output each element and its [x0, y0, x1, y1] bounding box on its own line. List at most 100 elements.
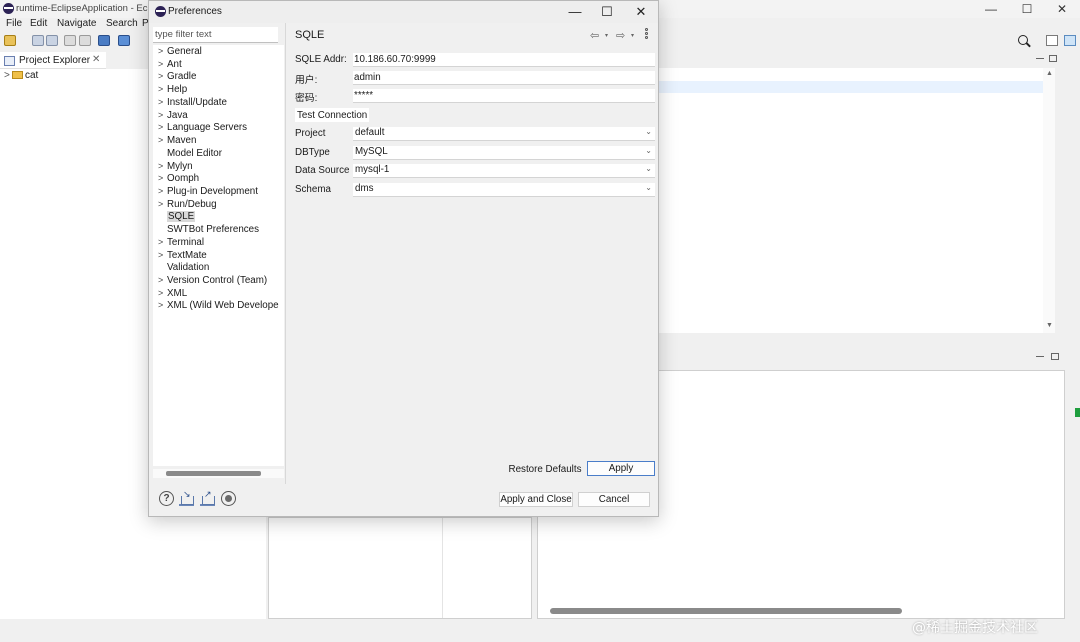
scroll-up-icon[interactable]: ▲: [1046, 70, 1053, 77]
menu-navigate[interactable]: Navigate: [57, 18, 96, 29]
chevron-right-icon[interactable]: >: [158, 250, 163, 260]
tree-item-run-debug[interactable]: > Run/Debug: [153, 199, 284, 212]
menu-search[interactable]: Search: [106, 18, 138, 29]
chevron-right-icon[interactable]: >: [158, 173, 163, 183]
record-icon[interactable]: [221, 491, 236, 506]
sqle-addr-input[interactable]: [353, 53, 655, 67]
eclipse-minimize-button[interactable]: —: [980, 1, 1002, 17]
tree-item-plug-in-development[interactable]: > Plug-in Development: [153, 186, 284, 199]
tree-item-gradle[interactable]: > Gradle: [153, 71, 284, 84]
maximize-view-icon[interactable]: [1049, 55, 1057, 62]
tree-item-cat[interactable]: > cat: [4, 70, 38, 81]
bottom-view-tab-bar: [659, 348, 1065, 370]
cancel-button[interactable]: Cancel: [578, 492, 650, 507]
data-source-select[interactable]: mysql-1 ⌄: [353, 164, 655, 178]
eclipse-close-button[interactable]: ✕: [1051, 1, 1073, 17]
export-icon[interactable]: [200, 489, 215, 506]
chevron-right-icon[interactable]: >: [158, 46, 163, 56]
tree-item-textmate[interactable]: > TextMate: [153, 250, 284, 263]
chevron-right-icon[interactable]: >: [158, 186, 163, 196]
project-select[interactable]: default ⌄: [353, 127, 655, 141]
chevron-right-icon[interactable]: >: [158, 237, 163, 247]
apply-and-close-button[interactable]: Apply and Close: [499, 492, 573, 507]
maximize-view-icon[interactable]: [1051, 353, 1059, 360]
editor-scrollbar[interactable]: ▲ ▼: [1043, 68, 1055, 333]
tree-item-xml-wild-web-develope[interactable]: > XML (Wild Web Develope: [153, 300, 284, 313]
chevron-right-icon[interactable]: >: [158, 122, 163, 132]
pane-splitter[interactable]: [285, 23, 286, 484]
scroll-down-icon[interactable]: ▼: [1046, 322, 1053, 329]
tree-item-label: Java: [167, 109, 188, 121]
tree-item-install-update[interactable]: > Install/Update: [153, 97, 284, 110]
user-input[interactable]: [353, 71, 655, 85]
chevron-right-icon[interactable]: >: [158, 161, 163, 171]
chevron-right-icon[interactable]: >: [158, 275, 163, 285]
chevron-right-icon[interactable]: >: [158, 199, 163, 209]
tree-item-ant[interactable]: > Ant: [153, 59, 284, 72]
dbtype-select[interactable]: MySQL ⌄: [353, 146, 655, 160]
scrollbar-thumb[interactable]: [166, 471, 261, 476]
chevron-right-icon[interactable]: >: [158, 97, 163, 107]
java-perspective-icon[interactable]: [1064, 35, 1076, 46]
minimize-view-icon[interactable]: [1036, 356, 1044, 357]
help-icon[interactable]: ?: [159, 491, 174, 506]
back-icon[interactable]: ⇦: [590, 29, 599, 42]
redo-icon[interactable]: [79, 35, 91, 46]
tree-horizontal-scrollbar[interactable]: [153, 469, 284, 478]
search-icon[interactable]: [1018, 35, 1028, 45]
close-icon[interactable]: ✕: [92, 54, 100, 65]
tree-item-sqle[interactable]: SQLE: [153, 211, 284, 224]
tree-item-swtbot-preferences[interactable]: SWTBot Preferences: [153, 224, 284, 237]
open-perspective-icon[interactable]: [1046, 35, 1058, 46]
test-connection-button[interactable]: Test Connection: [295, 108, 369, 122]
tree-item-oomph[interactable]: > Oomph: [153, 173, 284, 186]
chevron-right-icon[interactable]: >: [158, 59, 163, 69]
chevron-right-icon[interactable]: >: [158, 135, 163, 145]
dbtype-select-value: MySQL: [355, 146, 388, 157]
chevron-right-icon[interactable]: >: [158, 288, 163, 298]
expand-icon[interactable]: >: [4, 70, 12, 81]
chevron-right-icon[interactable]: >: [158, 300, 163, 310]
chevron-right-icon[interactable]: >: [158, 84, 163, 94]
eclipse-maximize-button[interactable]: ☐: [1016, 1, 1038, 17]
save-icon[interactable]: [32, 35, 44, 46]
editor-area[interactable]: [659, 68, 1043, 333]
tree-item-mylyn[interactable]: > Mylyn: [153, 161, 284, 174]
menu-edit[interactable]: Edit: [30, 18, 47, 29]
restore-defaults-button[interactable]: Restore Defaults: [506, 462, 584, 477]
tree-item-maven[interactable]: > Maven: [153, 135, 284, 148]
tree-item-label: SQLE: [167, 211, 196, 223]
horizontal-scrollbar[interactable]: [550, 608, 902, 614]
view-menu-icon[interactable]: [645, 28, 648, 40]
save-all-icon[interactable]: [46, 35, 58, 46]
minimize-view-icon[interactable]: [1036, 58, 1044, 59]
forward-icon[interactable]: ⇨: [616, 29, 625, 42]
tree-item-terminal[interactable]: > Terminal: [153, 237, 284, 250]
apply-button[interactable]: Apply: [587, 461, 655, 476]
project-explorer-tab[interactable]: Project Explorer ✕: [0, 52, 106, 69]
menu-file[interactable]: File: [6, 18, 22, 29]
back-dropdown-icon[interactable]: ▾: [605, 32, 608, 39]
undo-icon[interactable]: [64, 35, 76, 46]
forward-dropdown-icon[interactable]: ▾: [631, 32, 634, 39]
dialog-maximize-button[interactable]: ☐: [595, 3, 619, 21]
tree-item-version-control-team[interactable]: > Version Control (Team): [153, 275, 284, 288]
dialog-minimize-button[interactable]: —: [563, 3, 587, 21]
chevron-right-icon[interactable]: >: [158, 110, 163, 120]
new-icon[interactable]: [4, 35, 16, 46]
tree-item-model-editor[interactable]: Model Editor: [153, 148, 284, 161]
tree-item-language-servers[interactable]: > Language Servers: [153, 122, 284, 135]
dialog-close-button[interactable]: ✕: [629, 3, 653, 21]
debug-icon[interactable]: [98, 35, 110, 46]
chevron-right-icon[interactable]: >: [158, 71, 163, 81]
filter-input[interactable]: [153, 27, 278, 43]
tree-item-java[interactable]: > Java: [153, 110, 284, 123]
tree-item-validation[interactable]: Validation: [153, 262, 284, 275]
run-icon[interactable]: [118, 35, 130, 46]
tree-item-xml[interactable]: > XML: [153, 288, 284, 301]
tree-item-help[interactable]: > Help: [153, 84, 284, 97]
password-input[interactable]: [353, 89, 655, 103]
import-icon[interactable]: [179, 489, 194, 506]
tree-item-general[interactable]: > General: [153, 46, 284, 59]
schema-select[interactable]: dms ⌄: [353, 183, 655, 197]
